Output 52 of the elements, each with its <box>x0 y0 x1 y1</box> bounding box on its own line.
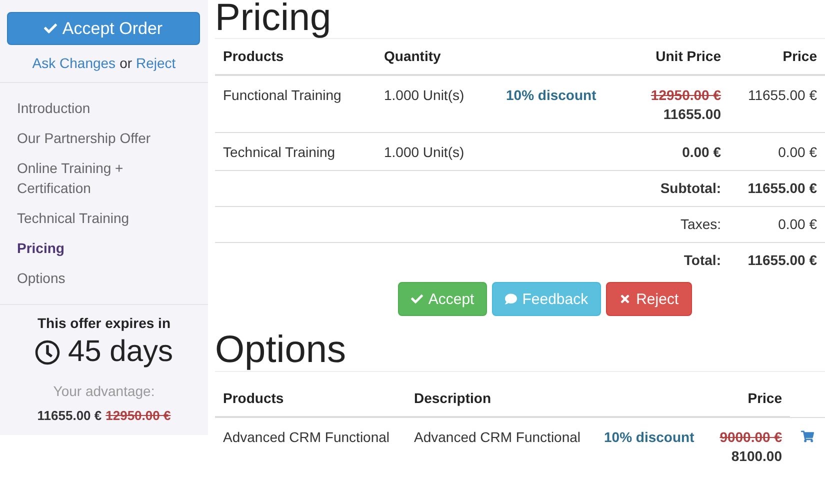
old-price: 12950.00 € <box>106 408 171 423</box>
column-header: Unit Price <box>608 39 729 75</box>
section-title: Pricing <box>215 0 825 39</box>
column-header: Products <box>215 39 376 75</box>
comment-icon <box>505 293 518 305</box>
clock-icon <box>34 340 60 364</box>
days-remaining: 45 days <box>68 335 174 369</box>
expiry-label: This offer expires in <box>37 315 171 331</box>
link[interactable]: Reject <box>136 55 176 71</box>
unit-price: 0.00 € <box>682 143 721 162</box>
nav-item[interactable]: Options <box>0 263 208 293</box>
price: 0.00 € <box>778 144 817 160</box>
connector-text: or <box>120 55 132 71</box>
total-value: 11655.00 € <box>748 252 817 268</box>
unit-price: 11655.00 <box>663 105 721 124</box>
nav-item[interactable]: Introduction <box>0 93 208 123</box>
total-label: Subtotal: <box>660 180 721 196</box>
quantity: 1.000 Unit(s) <box>384 144 464 160</box>
column-header: Products <box>215 381 406 417</box>
quantity: 1.000 Unit(s) <box>384 87 464 103</box>
total-label: Taxes: <box>680 216 721 232</box>
price: 11655.00 € <box>748 87 817 103</box>
cart-icon[interactable] <box>801 430 814 443</box>
discount-label: 10% discount <box>604 429 694 445</box>
check-icon <box>44 22 58 35</box>
old-price: 9000.00 € <box>720 428 782 447</box>
reject-button[interactable]: Reject <box>606 282 692 316</box>
total-value: 0.00 € <box>778 216 817 232</box>
total-label: Total: <box>684 252 721 268</box>
discount-label: 10% discount <box>506 87 596 103</box>
accept-order-button[interactable]: Accept Order <box>7 12 200 45</box>
section-title: Options <box>215 331 825 372</box>
column-header: Description <box>406 381 596 417</box>
product-name: Functional Training <box>223 87 342 103</box>
total-value: 11655.00 € <box>748 180 817 196</box>
old-price: 12950.00 € <box>650 86 721 105</box>
nav-item[interactable]: Online Training + Certification <box>0 153 208 203</box>
product-name: Technical Training <box>223 144 336 160</box>
column-header: Price <box>706 381 790 417</box>
advantage-label: Your advantage: <box>53 383 155 399</box>
link[interactable]: Ask Changes <box>32 55 116 71</box>
check-icon <box>411 293 424 305</box>
nav-item[interactable]: Our Partnership Offer <box>0 123 208 153</box>
column-header: Price <box>729 39 825 75</box>
nav-item[interactable]: Pricing <box>0 233 208 263</box>
product-name: Advanced CRM Functional <box>223 429 390 445</box>
column-header: Quantity <box>376 39 498 75</box>
description: Advanced CRM Functional <box>414 429 581 445</box>
nav-item[interactable]: Technical Training <box>0 203 208 233</box>
close-icon <box>619 293 632 305</box>
advantage-price: 11655.00 € <box>37 408 102 423</box>
price: 8100.00 <box>731 447 782 466</box>
